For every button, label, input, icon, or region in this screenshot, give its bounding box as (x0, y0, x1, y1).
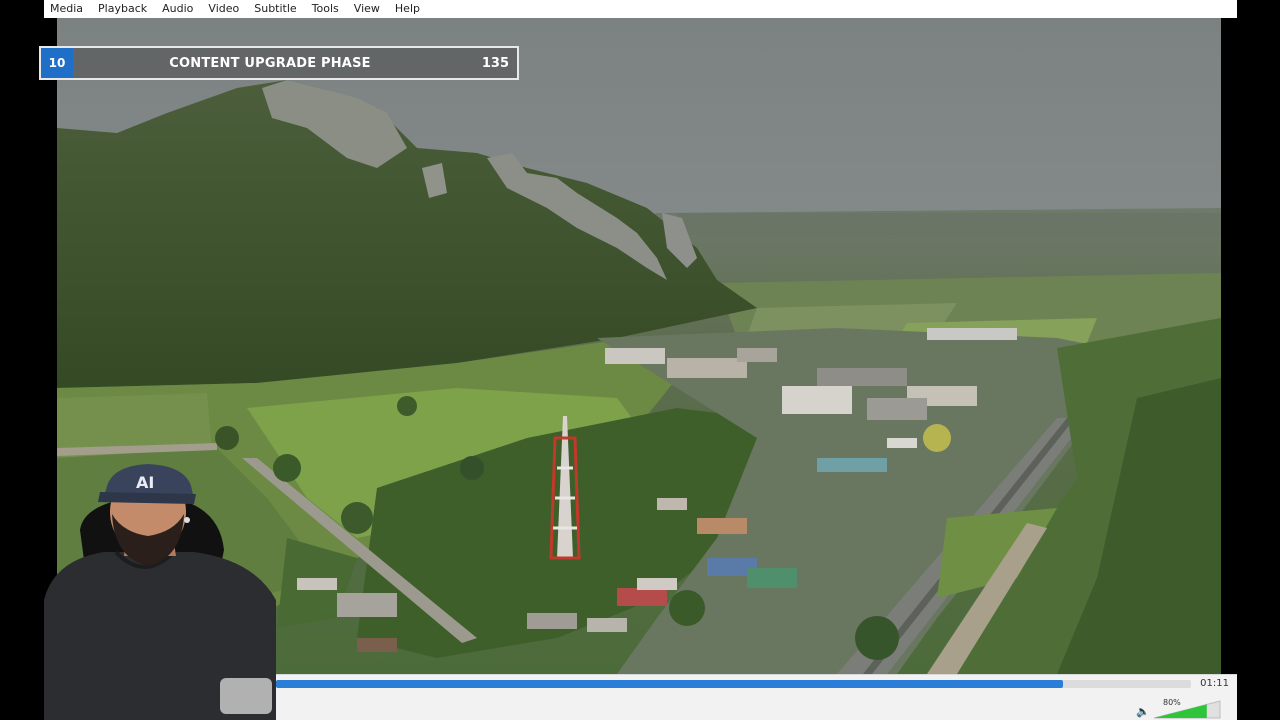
volume-slider[interactable] (1154, 699, 1222, 719)
menu-audio[interactable]: Audio (162, 0, 193, 18)
banner-count: 135 (481, 55, 509, 71)
menu-view[interactable]: View (354, 0, 380, 18)
menu-tools[interactable]: Tools (312, 0, 339, 18)
menu-subtitle[interactable]: Subtitle (254, 0, 296, 18)
menu-help[interactable]: Help (395, 0, 420, 18)
menu-playback[interactable]: Playback (98, 0, 147, 18)
banner-number-badge: 10 (41, 48, 73, 78)
volume-level-fill (1154, 704, 1207, 718)
media-player-window: Media Playback Audio Video Subtitle Tool… (0, 0, 1280, 720)
banner-title: CONTENT UPGRADE PHASE (169, 55, 371, 71)
menu-media[interactable]: Media (50, 0, 83, 18)
webcam-overlay: AI (44, 460, 276, 720)
cap-logo-text: AI (136, 473, 154, 492)
speaker-icon[interactable]: 🔈 (1136, 705, 1150, 718)
seek-bar-progress (276, 680, 1063, 688)
content-phase-banner: 10 CONTENT UPGRADE PHASE 135 (39, 46, 519, 80)
menu-video[interactable]: Video (208, 0, 239, 18)
elapsed-time: 01:11 (1200, 678, 1229, 689)
streamer-webcam-image: AI (44, 464, 276, 720)
seek-bar[interactable] (276, 680, 1191, 688)
menu-bar: Media Playback Audio Video Subtitle Tool… (44, 0, 1237, 18)
